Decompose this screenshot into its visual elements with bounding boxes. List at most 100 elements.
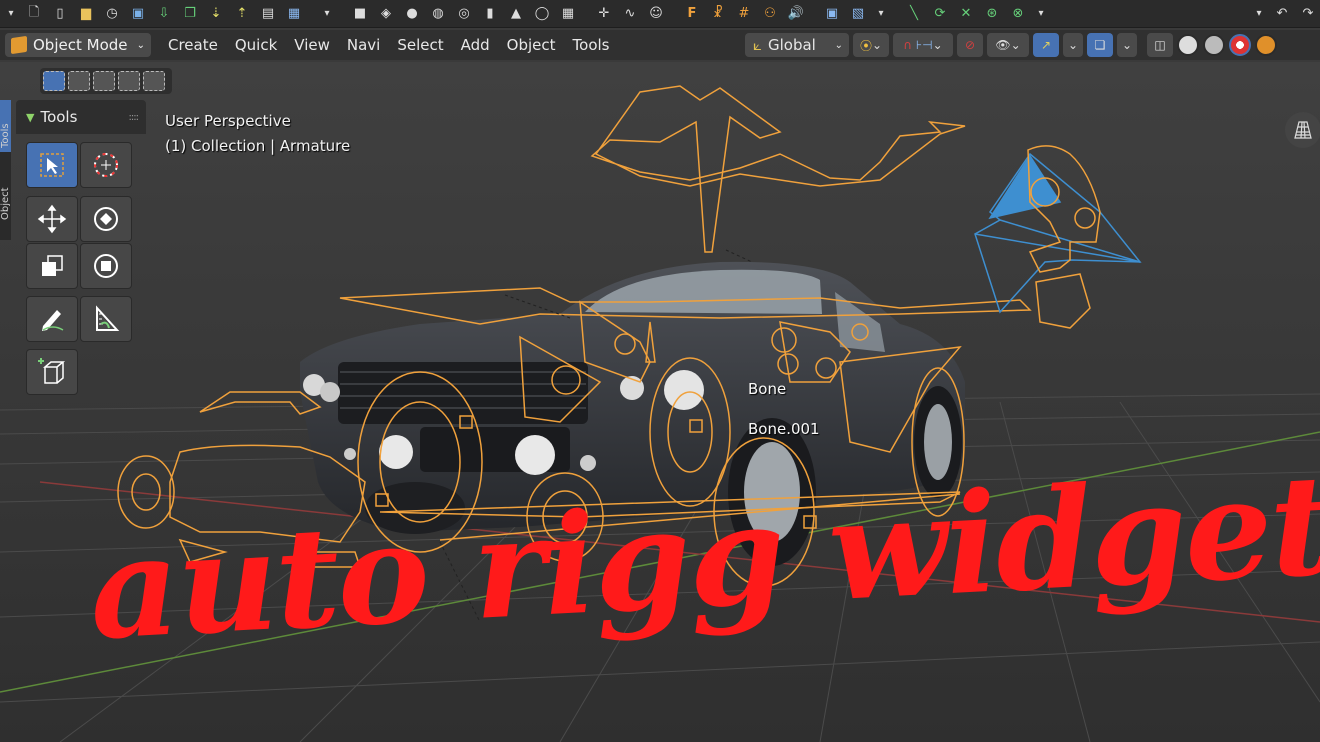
transform-orientation-icon: ⟀	[753, 36, 762, 54]
tab-tools[interactable]: Tools	[0, 100, 11, 152]
cube-icon[interactable]: ◈	[374, 2, 398, 26]
cursor-tool[interactable]	[80, 142, 132, 188]
overlays-dropdown[interactable]: ⌄	[1117, 33, 1137, 57]
icosphere-icon[interactable]: ◎	[452, 2, 476, 26]
overlays-toggle-button[interactable]: ❏	[1087, 33, 1113, 57]
orientation-dropdown[interactable]: ⟀ Global ⌄	[745, 33, 849, 57]
uv-sphere-icon[interactable]: ◍	[426, 2, 450, 26]
mode-label: Object Mode	[33, 36, 128, 54]
menu-object[interactable]: Object	[507, 36, 556, 54]
select-box-tool[interactable]	[26, 142, 78, 188]
pivot-point-button[interactable]: ⦿ ⌄	[853, 33, 889, 57]
import-icon[interactable]: ⇣	[204, 2, 228, 26]
add-cube-tool[interactable]	[26, 349, 78, 395]
select-new-icon[interactable]	[43, 71, 65, 91]
menu-chevron-icon[interactable]: ▾	[2, 2, 20, 26]
menu-select[interactable]: Select	[397, 36, 443, 54]
sidebar-tabs: Tools Object	[0, 100, 11, 240]
scale-tool[interactable]	[26, 243, 78, 289]
camera-view-icon[interactable]: ▧	[846, 2, 870, 26]
visibility-button[interactable]: 👁 ⌄	[987, 33, 1029, 57]
undo-icon[interactable]: ↶	[1270, 2, 1294, 26]
gizmo-toggle-button[interactable]: ↗	[1033, 33, 1059, 57]
solid-shading-icon[interactable]	[1203, 34, 1225, 56]
select-box-icon	[40, 153, 64, 177]
recent-files-icon[interactable]: ◷	[100, 2, 124, 26]
chevron-icon[interactable]: ▾	[1250, 2, 1268, 26]
pose-icon[interactable]: ⟳	[928, 2, 952, 26]
file-icon[interactable]: ▯	[48, 2, 72, 26]
armature-icon[interactable]: ☧	[706, 2, 730, 26]
transform-tool[interactable]	[80, 243, 132, 289]
empty-icon[interactable]: ✛	[592, 2, 616, 26]
bone-tool-icon[interactable]: ╲	[902, 2, 926, 26]
menu-view[interactable]: View	[294, 36, 330, 54]
measure-tool[interactable]	[80, 296, 132, 342]
constraint-icon[interactable]: ⊛	[980, 2, 1004, 26]
torus-icon[interactable]: ◯	[530, 2, 554, 26]
metaball-icon[interactable]: ⚇	[758, 2, 782, 26]
speaker-icon[interactable]: 🔊	[784, 2, 808, 26]
select-invert-icon[interactable]	[118, 71, 140, 91]
render-anim-icon[interactable]: ▦	[282, 2, 306, 26]
export-icon[interactable]: ⇡	[230, 2, 254, 26]
save-icon[interactable]: ▣	[126, 2, 150, 26]
select-subtract-icon[interactable]	[93, 71, 115, 91]
mode-dropdown[interactable]: Object Mode ⌄	[5, 33, 151, 57]
xray-button[interactable]: ◫	[1147, 33, 1173, 57]
cursor-icon	[94, 153, 118, 177]
annotate-tool[interactable]	[26, 296, 78, 342]
tools-panel-header[interactable]: ▼ Tools ::::	[16, 100, 146, 134]
chevron-icon[interactable]: ▾	[872, 2, 890, 26]
drag-grip-icon[interactable]: ::::	[129, 112, 140, 123]
move-tool[interactable]	[26, 196, 78, 242]
snap-button[interactable]: ∩ ⊦⊣ ⌄	[893, 33, 953, 57]
cylinder-icon[interactable]: ▮	[478, 2, 502, 26]
cone-icon[interactable]: ▲	[504, 2, 528, 26]
xray-icon: ◫	[1154, 38, 1166, 52]
move-icon	[37, 204, 67, 234]
tab-object[interactable]: Object	[0, 158, 11, 224]
grid-icon[interactable]: ▦	[556, 2, 580, 26]
plane-icon[interactable]: ■	[348, 2, 372, 26]
menu-create[interactable]: Create	[168, 36, 218, 54]
wireframe-shading-icon[interactable]	[1177, 34, 1199, 56]
menu-tools[interactable]: Tools	[573, 36, 610, 54]
curve-icon[interactable]: ∿	[618, 2, 642, 26]
snap-increment-icon: ⊦⊣	[915, 38, 933, 52]
menu-quick[interactable]: Quick	[235, 36, 277, 54]
chevron-icon[interactable]: ▾	[1032, 2, 1050, 26]
transform-icon	[94, 254, 118, 278]
orientation-label: Global	[768, 36, 816, 54]
sphere-icon[interactable]: ●	[400, 2, 424, 26]
new-file-icon[interactable]: 🗋	[22, 2, 46, 26]
render-image-icon[interactable]: ▤	[256, 2, 280, 26]
proportional-edit-button[interactable]: ⊘	[957, 33, 983, 57]
save-down-icon[interactable]: ⇩	[152, 2, 176, 26]
menu-navi[interactable]: Navi	[347, 36, 380, 54]
select-intersect-icon[interactable]	[143, 71, 165, 91]
grid-icon	[1294, 121, 1312, 139]
monkey-icon[interactable]: ☺	[644, 2, 668, 26]
redo-icon[interactable]: ↷	[1296, 2, 1320, 26]
chevron-down-icon: ⌄	[834, 39, 843, 51]
copy-icon[interactable]: ❐	[178, 2, 202, 26]
text-icon[interactable]: F	[680, 2, 704, 26]
select-extend-icon[interactable]	[68, 71, 90, 91]
header-right-group: ⟀ Global ⌄ ⦿ ⌄ ∩ ⊦⊣ ⌄ ⊘ 👁 ⌄ ↗ ⌄ ❏ ⌄ ◫	[745, 33, 1277, 57]
ik-icon[interactable]: ✕	[954, 2, 978, 26]
image-ref-icon[interactable]: ▣	[820, 2, 844, 26]
view-grid-toggle[interactable]	[1285, 112, 1320, 148]
gizmo-dropdown[interactable]: ⌄	[1063, 33, 1083, 57]
rendered-shading-icon[interactable]	[1255, 34, 1277, 56]
rotate-tool[interactable]	[80, 196, 132, 242]
menu-add[interactable]: Add	[461, 36, 490, 54]
rig-icon[interactable]: ⊗	[1006, 2, 1030, 26]
viewport-header: Object Mode ⌄ Create Quick View Navi Sel…	[0, 30, 1320, 60]
add-chevron-icon[interactable]: ▾	[318, 2, 336, 26]
collapse-triangle-icon[interactable]: ▼	[26, 111, 34, 124]
lattice-icon[interactable]: #	[732, 2, 756, 26]
open-folder-icon[interactable]: ▆	[74, 2, 98, 26]
collection-label: (1) Collection | Armature	[165, 137, 351, 155]
material-preview-icon[interactable]	[1229, 34, 1251, 56]
